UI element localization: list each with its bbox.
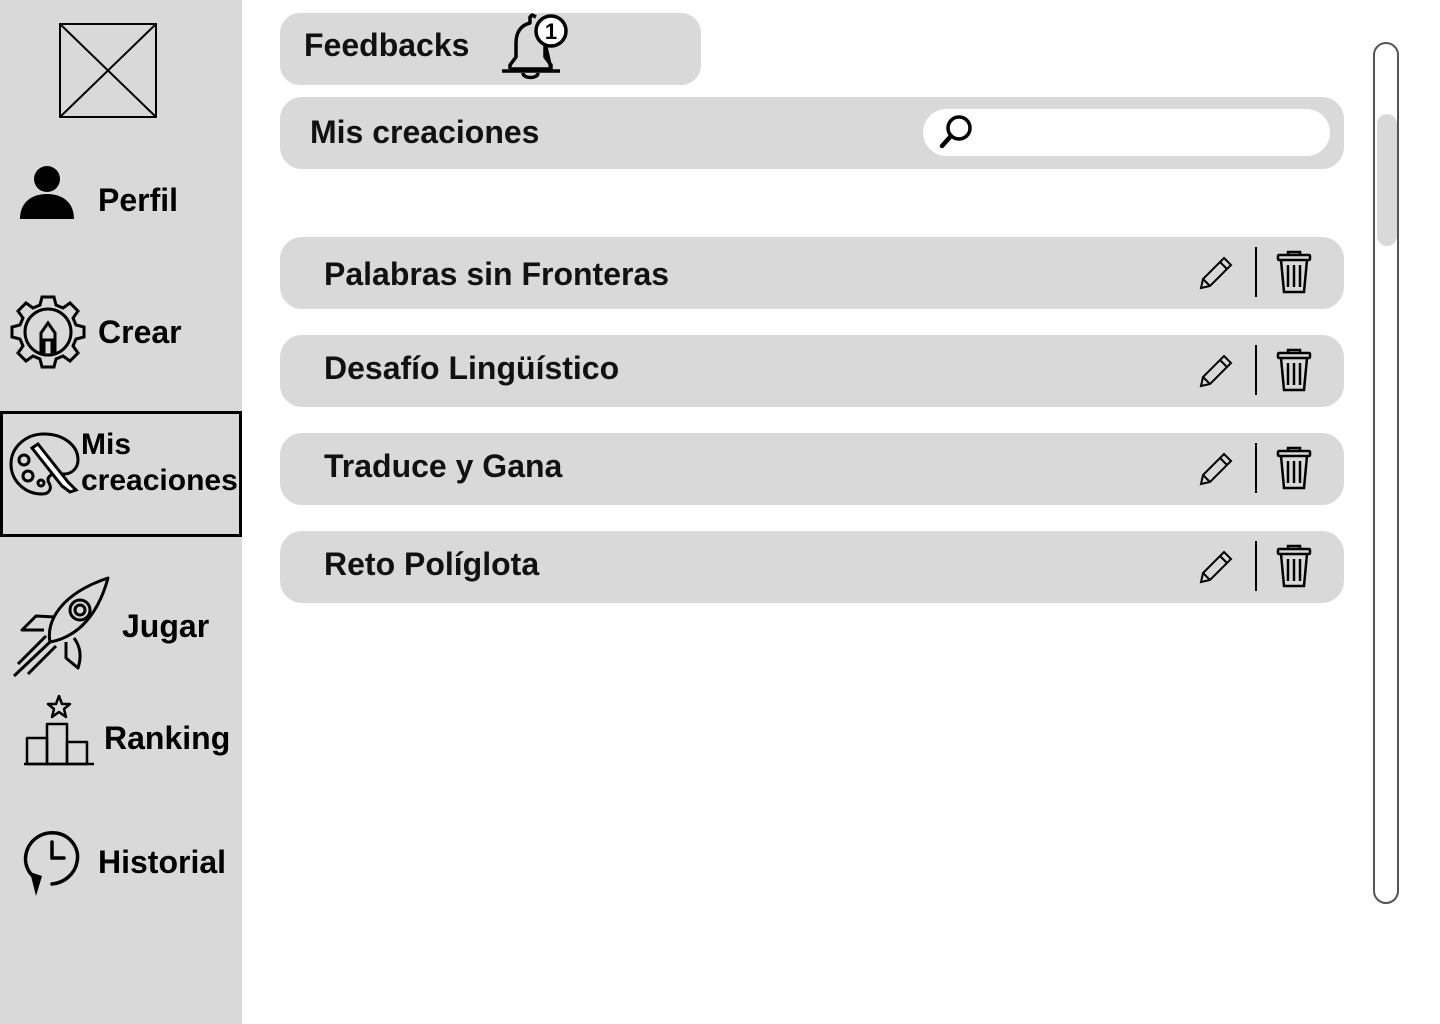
feedbacks-panel[interactable]: Feedbacks 1: [280, 13, 701, 85]
trash-icon[interactable]: [1276, 445, 1312, 491]
sidebar-item-label: Ranking: [104, 720, 231, 756]
user-icon: [20, 166, 74, 219]
sidebar: Perfil Crear Mis creaciones Jugar Rankin…: [0, 0, 242, 1024]
history-icon: [23, 831, 80, 896]
row-divider: [1255, 541, 1257, 591]
sidebar-item-label-line1: Mis: [81, 428, 132, 461]
creation-title: Reto Políglota: [324, 546, 540, 582]
sidebar-item-label: Perfil: [98, 182, 179, 218]
sidebar-item-perfil[interactable]: Perfil: [10, 150, 235, 250]
creation-title: Desafío Lingüístico: [324, 350, 620, 386]
sidebar-item-label-line2: creaciones: [81, 464, 238, 497]
row-divider: [1255, 443, 1257, 493]
podium-icon: [24, 694, 94, 766]
sidebar-item-label: Historial: [98, 844, 227, 880]
sidebar-item-mis-creaciones[interactable]: Mis creaciones: [0, 411, 242, 537]
trash-icon[interactable]: [1276, 249, 1312, 295]
gear-pencil-icon: [10, 295, 86, 369]
creation-row: Traduce y Gana: [280, 433, 1344, 505]
row-divider: [1255, 247, 1257, 297]
creation-row: Reto Políglota: [280, 531, 1344, 603]
notification-count: 1: [545, 19, 557, 44]
sidebar-item-label: Crear: [98, 314, 182, 350]
bell-notification-icon[interactable]: 1: [498, 13, 572, 83]
edit-pencil-icon[interactable]: [1198, 255, 1234, 291]
creation-row: Palabras sin Fronteras: [280, 237, 1344, 309]
scrollbar-track[interactable]: [1373, 42, 1399, 904]
section-header: Mis creaciones: [280, 97, 1344, 169]
edit-pencil-icon[interactable]: [1198, 549, 1234, 585]
creation-title: Traduce y Gana: [324, 448, 563, 484]
row-divider: [1255, 345, 1257, 395]
edit-pencil-icon[interactable]: [1198, 451, 1234, 487]
search-icon[interactable]: [937, 112, 977, 152]
rocket-icon: [12, 576, 110, 678]
edit-pencil-icon[interactable]: [1198, 353, 1234, 389]
sidebar-item-crear[interactable]: Crear: [8, 290, 233, 375]
palette-icon: [9, 432, 80, 496]
trash-icon[interactable]: [1276, 347, 1312, 393]
sidebar-item-jugar[interactable]: Jugar: [8, 570, 233, 680]
sidebar-item-label: Jugar: [122, 608, 210, 644]
sidebar-item-historial[interactable]: Historial: [20, 820, 235, 905]
search-input[interactable]: [923, 109, 1330, 156]
creation-title: Palabras sin Fronteras: [324, 256, 670, 292]
feedbacks-label: Feedbacks: [304, 27, 470, 63]
page-title: Mis creaciones: [310, 114, 540, 150]
creation-row: Desafío Lingüístico: [280, 335, 1344, 407]
logo-placeholder-icon: [59, 23, 157, 118]
scrollbar-thumb[interactable]: [1377, 114, 1397, 246]
sidebar-item-ranking[interactable]: Ranking: [20, 690, 235, 770]
trash-icon[interactable]: [1276, 543, 1312, 589]
